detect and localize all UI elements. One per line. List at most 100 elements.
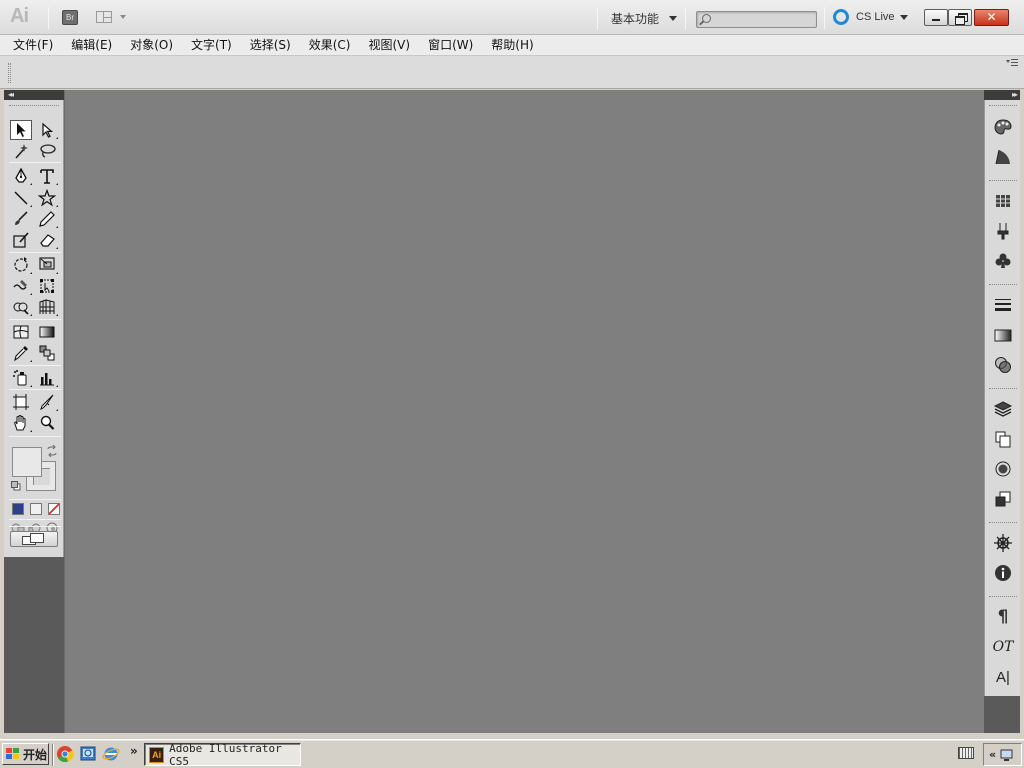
default-fill-stroke-icon[interactable] [11,481,21,491]
control-bar-grip[interactable] [8,63,11,83]
stroke-panel-button[interactable] [991,294,1015,316]
internet-explorer-icon[interactable] [102,745,120,763]
tray-expand-icon[interactable]: « [989,748,996,761]
info-panel-button[interactable] [991,562,1015,584]
opentype-icon[interactable]: OT [991,636,1015,658]
color-mode-button[interactable] [12,503,24,515]
gradient-panel-button[interactable] [991,324,1015,346]
taskbar-app-label: Adobe Illustrator CS5 [169,741,282,768]
eraser-tool[interactable] [36,230,58,250]
rotate-tool[interactable] [10,255,32,275]
search-help-input[interactable] [696,11,817,28]
brushes-panel-button[interactable] [991,220,1015,242]
type-tool[interactable] [36,166,58,186]
star-tool[interactable] [36,188,58,208]
menu-window[interactable]: 窗口(W) [428,35,473,55]
zoom-tool[interactable] [36,413,58,433]
slice-tool[interactable] [36,392,58,412]
direct-selection-tool[interactable] [36,120,58,140]
quick-launch-more-icon[interactable]: » [130,744,138,758]
swap-fill-stroke-icon[interactable] [46,445,58,457]
graphic-styles-panel-button[interactable] [991,488,1015,510]
show-desktop-icon[interactable] [79,745,97,763]
shape-builder-tool[interactable] [10,297,32,317]
panel-group-grip[interactable] [989,522,1017,525]
expand-panels-icon[interactable]: ▸▸ [1012,91,1018,99]
symbols-panel-button[interactable] [991,250,1015,272]
menu-file[interactable]: 文件(F) [13,35,53,55]
chevron-down-icon [669,15,678,21]
artboard-tool[interactable] [10,392,32,412]
collapse-icon[interactable]: ◂◂ [8,91,14,99]
separator [597,7,598,29]
keyboard-icon[interactable] [958,747,974,759]
transparency-icon [995,357,1011,373]
magic-wand-tool[interactable] [10,141,32,161]
workspace-switcher[interactable]: 基本功能 [611,10,678,26]
selection-tool[interactable] [10,120,32,140]
appearance-panel-button[interactable] [991,458,1015,480]
lasso-tool[interactable] [36,141,58,161]
paragraph-icon[interactable]: ¶ [991,606,1015,628]
line-segment-tool[interactable] [10,188,32,208]
layers-panel-button[interactable] [991,398,1015,420]
panel-menu-icon[interactable] [1006,59,1018,67]
chevron-down-icon [120,15,126,19]
cs-live-button[interactable]: CS Live [833,9,908,25]
paintbrush-tool[interactable] [10,209,32,229]
change-screen-mode-button[interactable] [10,531,58,547]
artboards-panel-button[interactable] [991,428,1015,450]
tray-monitor-icon[interactable] [1000,748,1014,762]
color-panel-button[interactable] [991,116,1015,138]
column-graph-tool[interactable] [36,368,58,388]
menu-edit[interactable]: 编辑(E) [71,35,112,55]
panel-group-grip[interactable] [989,596,1017,599]
start-button[interactable]: 开始 [2,743,49,765]
free-transform-tool[interactable] [36,276,58,296]
panel-group-grip[interactable] [989,105,1017,108]
none-mode-button[interactable] [48,503,60,515]
scale-tool[interactable] [36,255,58,275]
tools-grip[interactable] [9,105,59,108]
menu-type[interactable]: 文字(T) [191,35,232,55]
gradient-mode-button[interactable] [30,503,42,515]
tools-panel-header[interactable]: ◂◂ [4,90,64,100]
warp-tool[interactable] [10,276,32,296]
perspective-grid-tool[interactable] [36,297,58,317]
blend-tool[interactable] [36,343,58,363]
go-to-bridge-button[interactable]: Br [62,10,78,25]
symbol-sprayer-tool[interactable] [10,368,32,388]
color-guide-panel-button[interactable] [991,146,1015,168]
swatches-panel-button[interactable] [991,190,1015,212]
gradient-tool[interactable] [36,322,58,342]
menu-view[interactable]: 视图(V) [368,35,410,55]
character-icon[interactable]: A| [991,666,1015,688]
blob-brush-tool[interactable] [10,230,32,250]
pen-tool[interactable] [10,166,32,186]
pencil-tool[interactable] [36,209,58,229]
panel-group-grip[interactable] [989,388,1017,391]
menu-help[interactable]: 帮助(H) [491,35,533,55]
eyedropper-tool[interactable] [10,343,32,363]
hand-tool[interactable] [10,413,32,433]
menu-object[interactable]: 对象(O) [130,35,173,55]
warp-icon [13,280,27,290]
more-tools-indicator [30,204,32,207]
panel-group-grip[interactable] [989,180,1017,183]
document-canvas[interactable] [64,90,984,733]
arrange-documents-button[interactable] [96,10,130,25]
transparency-panel-button[interactable] [991,354,1015,376]
taskbar-app-illustrator[interactable]: Ai Adobe Illustrator CS5 [144,741,301,768]
panel-dock-header[interactable]: ▸▸ [984,90,1020,100]
chrome-icon[interactable] [56,745,74,763]
mesh-tool[interactable] [10,322,32,342]
restore-button[interactable] [948,9,972,26]
navigator-panel-button[interactable] [991,532,1015,554]
menu-select[interactable]: 选择(S) [250,35,291,55]
close-button[interactable]: ✕ [974,9,1009,26]
eyedropper-icon [14,346,28,362]
minimize-button[interactable] [924,9,948,26]
fill-swatch[interactable] [12,447,42,477]
panel-group-grip[interactable] [989,284,1017,287]
menu-effect[interactable]: 效果(C) [309,35,351,55]
